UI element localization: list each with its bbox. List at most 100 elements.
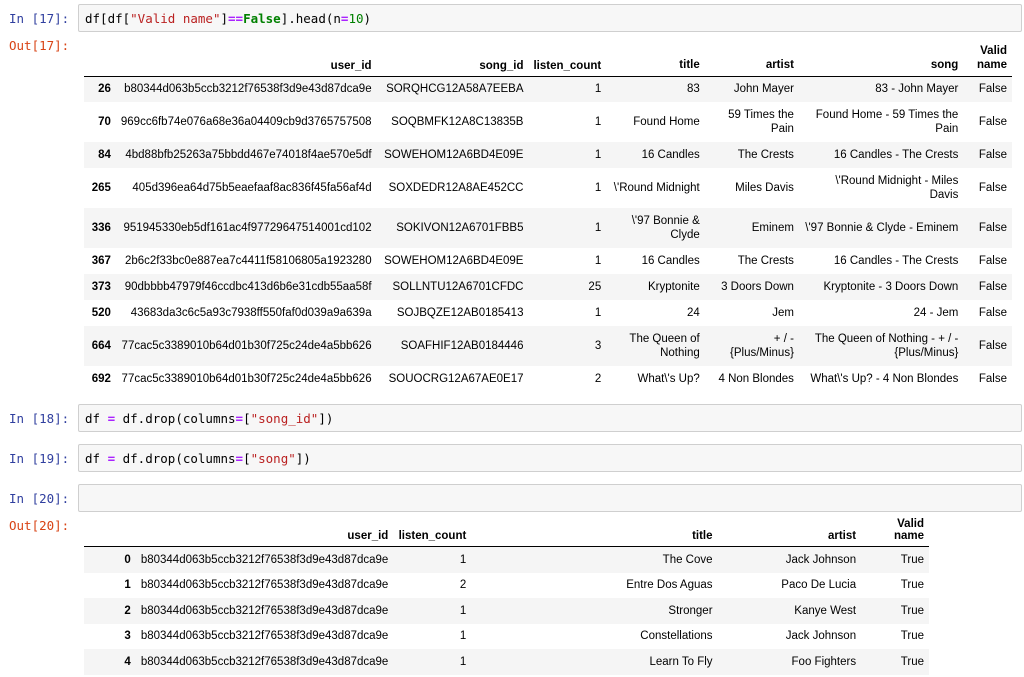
column-header: listen_count — [393, 518, 472, 547]
table-cell: The Queen of Nothing - + / - {Plus/Minus… — [814, 333, 959, 359]
table-cell: SOUOCRG12A67AE0E17 — [388, 373, 524, 385]
input-prompt-20: In [20]: — [9, 491, 70, 506]
table-cell: SOWEHOM12A6BD4E09E — [384, 255, 524, 267]
table-cell: SOQBMFK12A8C13835B — [391, 116, 524, 128]
table-cell: 16 Candles - The Crests — [833, 255, 959, 267]
table-cell: Foo Fighters — [791, 655, 857, 668]
code-cell-20[interactable] — [78, 484, 1022, 512]
row-index: 2 — [124, 604, 131, 617]
column-header: Valid name — [963, 40, 1012, 77]
table-cell: The Crests — [737, 149, 794, 161]
table-cell: False — [978, 340, 1007, 352]
table-cell: 4bd88bfb25263a75bbdd467e74018f4ae570e5df — [125, 149, 372, 161]
table-cell: True — [900, 655, 924, 668]
table-cell: 16 Candles - The Crests — [833, 149, 959, 161]
table-cell: 405d396ea64d75b5eaefaaf8ac836f45fa56af4d — [132, 182, 372, 194]
table-cell: The Queen of Nothing — [629, 333, 700, 359]
table-cell: b80344d063b5ccb3212f76538f3d9e43d87dca9e — [140, 630, 389, 642]
table-row: 3 b80344d063b5ccb3212f76538f3d9e43d87dca9… — [84, 624, 929, 649]
code-string: "song_id" — [250, 411, 319, 426]
output-prompt-17: Out[17]: — [9, 38, 70, 53]
table-cell: b80344d063b5ccb3212f76538f3d9e43d87dca9e — [140, 579, 389, 591]
table-row: 367 2b6c2f33bc0e887ea7c4411f58106805a1923… — [84, 248, 1012, 274]
code-cell-18[interactable]: df = df.drop(columns=["song_id"]) — [78, 404, 1022, 432]
table-row: 26 b80344d063b5ccb3212f76538f3d9e43d87dca… — [84, 76, 1012, 102]
code-token: df — [85, 411, 108, 426]
row-index: 692 — [91, 373, 111, 385]
code-operator: = — [235, 411, 244, 426]
table-cell: True — [900, 604, 924, 617]
table-cell: The Cove — [662, 553, 713, 566]
dataframe-table-17: user_id song_id listen_count title artist son… — [84, 40, 1012, 392]
table-cell: \'Round Midnight — [613, 182, 700, 194]
column-header: artist — [704, 40, 799, 77]
column-header — [84, 40, 116, 77]
table-cell: 1 — [594, 116, 602, 128]
table-cell: 83 — [686, 83, 700, 96]
table-cell: 2 — [459, 579, 467, 591]
table-cell: Jack Johnson — [785, 553, 857, 566]
row-index: 70 — [98, 116, 111, 128]
code-operator: = — [107, 451, 116, 466]
table-cell: 1 — [594, 149, 602, 161]
table-cell: 1 — [594, 83, 602, 96]
table-cell: Entre Dos Aguas — [626, 579, 713, 591]
column-header: title — [606, 40, 705, 77]
code-string: "Valid name" — [130, 11, 221, 26]
table-row: 265 405d396ea64d75b5eaefaaf8ac836f45fa56a… — [84, 168, 1012, 208]
table-cell: 3 — [594, 340, 602, 352]
code-operator: = — [235, 451, 244, 466]
input-prompt-19: In [19]: — [9, 451, 70, 466]
table-cell: 3 Doors Down — [721, 281, 794, 293]
table-cell: 1 — [459, 553, 467, 566]
table-cell: b80344d063b5ccb3212f76538f3d9e43d87dca9e — [140, 553, 389, 566]
code-token: ]) — [295, 451, 311, 466]
table-cell: 90dbbbb47979f46ccdbc413d6b6e31cdb55aa58f — [124, 281, 372, 293]
column-header: song — [798, 40, 964, 77]
row-index: 1 — [124, 579, 131, 591]
code-token: ] — [220, 11, 228, 26]
table-cell: SOLLNTU12A6701CFDC — [392, 281, 524, 293]
table-cell: 2b6c2f33bc0e887ea7c4411f58106805a1923280 — [124, 255, 372, 267]
table-row: 0 b80344d063b5ccb3212f76538f3d9e43d87dca9… — [84, 546, 929, 573]
code-operator: = — [107, 411, 116, 426]
column-header: listen_count — [528, 40, 607, 77]
table-cell: SOWEHOM12A6BD4E09E — [384, 149, 524, 161]
table-cell: False — [978, 255, 1007, 267]
code-number: 10 — [348, 11, 364, 26]
table-cell: + / - {Plus/Minus} — [730, 333, 794, 359]
table-row: 373 90dbbbb47979f46ccdbc413d6b6e31cdb55aa… — [84, 274, 1012, 300]
input-prompt-18: In [18]: — [9, 411, 70, 426]
row-index: 664 — [91, 340, 111, 352]
table-cell: What\'s Up? - 4 Non Blondes — [810, 373, 959, 385]
table-cell: False — [978, 222, 1007, 234]
code-token: [ — [243, 451, 251, 466]
table-cell: 1 — [594, 182, 602, 194]
code-token: ].head(n — [280, 11, 341, 26]
code-cell-19[interactable]: df = df.drop(columns=["song"]) — [78, 444, 1022, 472]
code-cell-17[interactable]: df[df["Valid name"]==False].head(n=10) — [78, 4, 1022, 32]
table-cell: \'97 Bonnie & Clyde - Eminem — [805, 222, 959, 234]
table-cell: 24 — [686, 307, 700, 319]
table-cell: What\'s Up? — [637, 373, 700, 385]
table-row: 520 43683da3c6c5a93c7938ff550faf0d039a9a6… — [84, 300, 1012, 326]
table-cell: False — [978, 116, 1007, 128]
table-cell: 1 — [459, 604, 467, 617]
row-index: 26 — [98, 83, 111, 96]
code-operator: == — [228, 11, 244, 26]
table-row: 2 b80344d063b5ccb3212f76538f3d9e43d87dca9… — [84, 597, 929, 624]
column-header — [84, 518, 136, 547]
table-cell: SORQHCG12A58A7EEBA — [386, 83, 524, 96]
table-cell: Stronger — [668, 604, 713, 617]
table-cell: \'97 Bonnie & Clyde — [631, 215, 700, 241]
row-index: 520 — [91, 307, 111, 319]
table-cell: 1 — [594, 255, 602, 267]
table-cell: 43683da3c6c5a93c7938ff550faf0d039a9a639a — [130, 307, 372, 319]
table-cell: Eminem — [751, 222, 794, 234]
table-cell: Kryptonite - 3 Doors Down — [823, 281, 959, 293]
table-cell: False — [978, 182, 1007, 194]
table-cell: 951945330eb5df161ac4f97729647514001cd102 — [123, 222, 372, 234]
code-token: df — [85, 451, 108, 466]
table-cell: 83 - John Mayer — [875, 83, 959, 96]
column-header: user_id — [115, 40, 377, 77]
